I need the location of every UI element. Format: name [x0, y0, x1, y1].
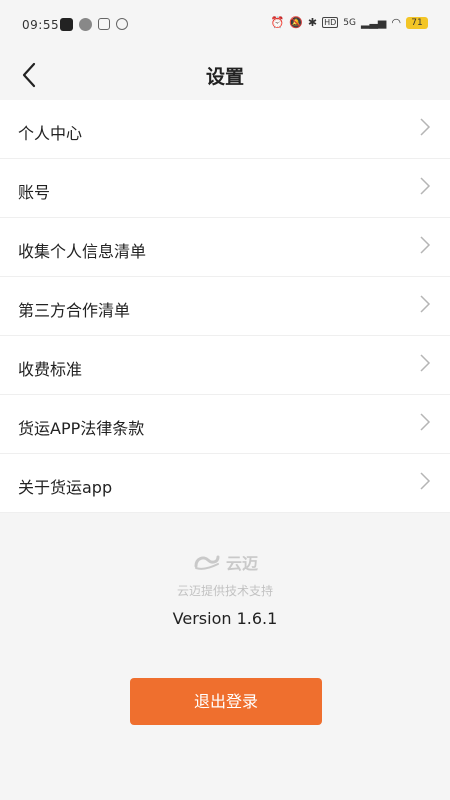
system-icons: ⏰ 🔕 ✱ HD 5G ▂▃▅ ◠ 71 — [270, 16, 428, 29]
logout-button[interactable]: 退出登录 — [130, 678, 322, 725]
version-text: Version 1.6.1 — [172, 609, 278, 628]
brand-text: 云迈 — [225, 554, 258, 573]
menu-item-label: 账号 — [18, 183, 51, 202]
chevron-right-icon — [420, 295, 431, 313]
battery-icon: 71 — [406, 16, 428, 29]
settings-list: 个人中心 账号 收集个人信息清单 第三方合作清单 收费标准 货运APP法律条款 … — [0, 100, 450, 513]
instagram-icon — [98, 18, 110, 30]
bluetooth-icon: ✱ — [307, 16, 318, 29]
alarm-icon: ⏰ — [270, 16, 285, 29]
chevron-right-icon — [420, 236, 431, 254]
menu-item-label: 收集个人信息清单 — [18, 242, 147, 261]
status-time: 09:55 — [22, 18, 60, 32]
menu-item-third-party-list[interactable]: 第三方合作清单 — [0, 277, 450, 336]
menu-item-about[interactable]: 关于货运app — [0, 454, 450, 513]
menu-item-personal-info-list[interactable]: 收集个人信息清单 — [0, 218, 450, 277]
message-icon — [79, 18, 92, 31]
menu-item-label: 货运APP法律条款 — [18, 419, 145, 438]
wifi-icon: ◠ — [391, 16, 401, 29]
menu-item-label: 关于货运app — [18, 478, 113, 497]
chevron-right-icon — [420, 118, 431, 136]
menu-item-account[interactable]: 账号 — [0, 159, 450, 218]
chevron-right-icon — [420, 177, 431, 195]
menu-item-legal-terms[interactable]: 货运APP法律条款 — [0, 395, 450, 454]
brand-icon — [194, 555, 220, 570]
footer: 云迈 云迈提供技术支持 Version 1.6.1 — [0, 550, 450, 628]
nav-bar: 设置 — [0, 50, 450, 100]
menu-item-personal-center[interactable]: 个人中心 — [0, 100, 450, 159]
notification-icons — [60, 18, 128, 31]
menu-item-label: 收费标准 — [18, 360, 83, 379]
menu-item-label: 个人中心 — [18, 124, 83, 143]
chevron-right-icon — [420, 472, 431, 490]
status-bar: 09:55 ⏰ 🔕 ✱ HD 5G ▂▃▅ ◠ 71 — [0, 0, 450, 50]
menu-item-label: 第三方合作清单 — [18, 301, 131, 320]
chevron-right-icon — [420, 354, 431, 372]
signal-icon: ▂▃▅ — [361, 16, 387, 29]
support-text: 云迈提供技术支持 — [176, 584, 273, 598]
brand-logo: 云迈 — [0, 550, 450, 574]
network-label: 5G — [343, 17, 356, 28]
mute-icon: 🔕 — [289, 16, 303, 29]
link-icon — [116, 18, 128, 30]
menu-item-fee-standard[interactable]: 收费标准 — [0, 336, 450, 395]
chevron-right-icon — [420, 413, 431, 431]
app-icon — [60, 18, 73, 31]
page-title: 设置 — [205, 66, 244, 88]
hd-icon: HD — [322, 17, 339, 28]
